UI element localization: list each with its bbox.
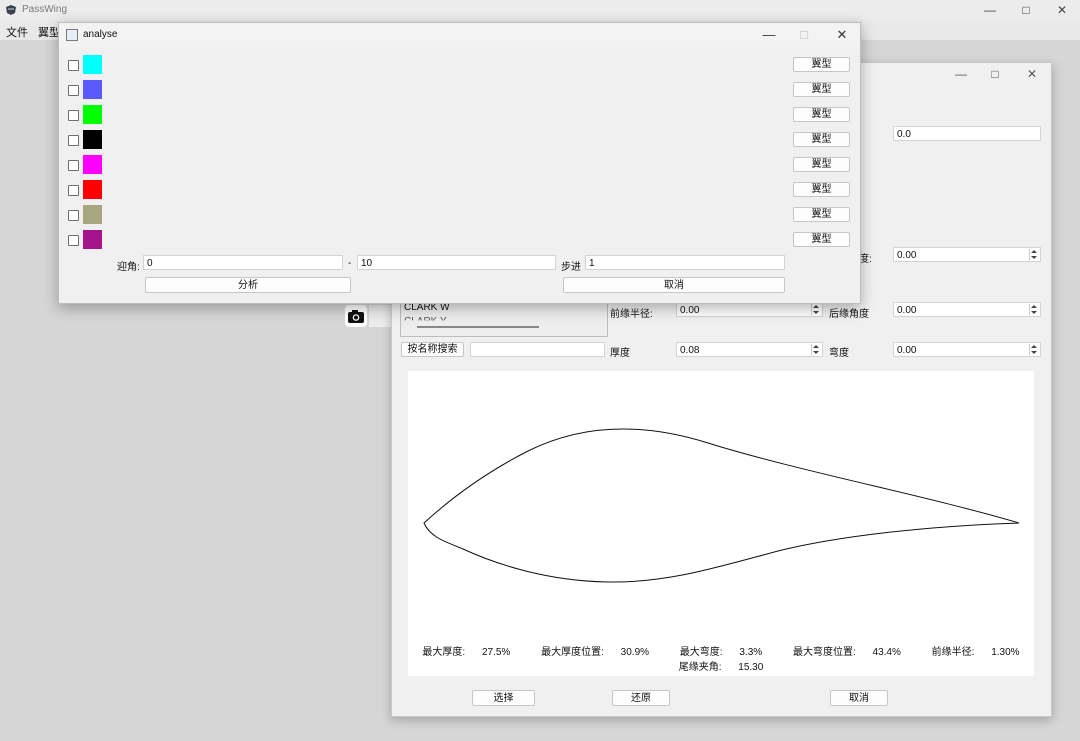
thickness-label: 厚度 bbox=[610, 348, 630, 359]
thickness-spinbox[interactable]: 0.08 bbox=[676, 342, 823, 357]
camber-spinbox[interactable]: 0.00 bbox=[893, 342, 1041, 357]
angle-label: 迎角: bbox=[117, 262, 140, 273]
close-button[interactable]: ✕ bbox=[1042, 0, 1080, 20]
color-swatch[interactable] bbox=[83, 55, 102, 74]
spin-arrows-icon[interactable] bbox=[811, 304, 821, 315]
step-label: 步进 bbox=[561, 262, 581, 273]
window-icon bbox=[66, 29, 78, 41]
editor-close-button[interactable]: ✕ bbox=[1014, 65, 1050, 83]
color-swatch[interactable] bbox=[83, 205, 102, 224]
minimize-button[interactable]: — bbox=[970, 0, 1010, 20]
row-a-value: 0.00 bbox=[897, 250, 917, 261]
list-scrollbar[interactable] bbox=[417, 326, 539, 328]
stat-max-thickness: 最大厚度: 27.5% bbox=[422, 647, 511, 658]
airfoil-stats: 最大厚度: 27.5% 最大厚度位置: 30.9% 最大弯度: 3.3% 最大弯… bbox=[408, 643, 1034, 673]
editor-cancel-button[interactable]: 取消 bbox=[830, 690, 888, 706]
row-checkbox[interactable] bbox=[68, 85, 79, 96]
thickness-value: 0.08 bbox=[680, 345, 700, 356]
leading-radius-value: 0.00 bbox=[680, 305, 700, 316]
analyse-maximize-button[interactable]: □ bbox=[789, 26, 819, 44]
airfoil-list[interactable]: CLARK W CLARK Y bbox=[400, 299, 608, 337]
maximize-button[interactable]: □ bbox=[1006, 0, 1046, 20]
leading-radius-spinbox[interactable]: 0.00 bbox=[676, 302, 823, 317]
stat-trailing-angle: 尾缘夹角: 15.30 bbox=[678, 662, 764, 673]
stat-max-camber-position: 最大弯度位置: 43.4% bbox=[792, 647, 901, 658]
airfoil-select-button[interactable]: 翼型 bbox=[793, 207, 850, 222]
camber-label: 弯度 bbox=[829, 348, 849, 359]
angle-from-input[interactable]: 0 bbox=[143, 255, 343, 270]
analyse-dialog: analyse — □ ✕ 翼型 翼型 翼型 翼型 翼型 翼型 翼型 翼型 迎角: 0 - 1… bbox=[58, 22, 861, 304]
step-input[interactable]: 1 bbox=[585, 255, 785, 270]
color-swatch[interactable] bbox=[83, 230, 102, 249]
row-checkbox[interactable] bbox=[68, 235, 79, 246]
trailing-angle-value: 0.00 bbox=[897, 305, 917, 316]
spin-arrows-icon[interactable] bbox=[1029, 249, 1039, 260]
airfoil-select-button[interactable]: 翼型 bbox=[793, 57, 850, 72]
spin-arrows-icon[interactable] bbox=[1029, 344, 1039, 355]
row-a-spinbox[interactable]: 0.00 bbox=[893, 247, 1041, 262]
trailing-angle-label: 后缘角度 bbox=[829, 309, 869, 320]
app-title: PassWing bbox=[22, 4, 68, 15]
airfoil-select-button[interactable]: 翼型 bbox=[793, 232, 850, 247]
search-by-name-button[interactable]: 按名称搜索 bbox=[401, 342, 464, 357]
color-swatch[interactable] bbox=[83, 180, 102, 199]
row-checkbox[interactable] bbox=[68, 160, 79, 171]
editor-minimize-button[interactable]: — bbox=[943, 65, 979, 83]
row-checkbox[interactable] bbox=[68, 60, 79, 71]
row-checkbox[interactable] bbox=[68, 210, 79, 221]
row-checkbox[interactable] bbox=[68, 110, 79, 121]
row-checkbox[interactable] bbox=[68, 135, 79, 146]
camber-value: 0.00 bbox=[897, 345, 917, 356]
top-value-field[interactable]: 0.0 bbox=[893, 126, 1041, 141]
stat-max-camber: 最大弯度: 3.3% bbox=[679, 647, 763, 658]
airfoil-select-button[interactable]: 翼型 bbox=[793, 157, 850, 172]
airfoil-select-button[interactable]: 翼型 bbox=[793, 107, 850, 122]
color-swatch[interactable] bbox=[83, 80, 102, 99]
airfoil-select-button[interactable]: 翼型 bbox=[793, 132, 850, 147]
app-titlebar: PassWing — □ ✕ bbox=[0, 0, 1080, 20]
angle-separator: - bbox=[348, 258, 352, 269]
analyse-button[interactable]: 分析 bbox=[145, 277, 351, 293]
color-swatch[interactable] bbox=[83, 155, 102, 174]
stat-max-thickness-position: 最大厚度位置: 30.9% bbox=[541, 647, 650, 658]
analyse-title: analyse bbox=[83, 29, 118, 40]
color-swatch[interactable] bbox=[83, 130, 102, 149]
leading-radius-label: 前缘半径: bbox=[610, 309, 653, 320]
spin-arrows-icon[interactable] bbox=[1029, 304, 1039, 315]
analyse-cancel-button[interactable]: 取消 bbox=[563, 277, 785, 293]
select-button[interactable]: 选择 bbox=[472, 690, 535, 706]
angle-to-input[interactable]: 10 bbox=[357, 255, 556, 270]
menu-file[interactable]: 文件 bbox=[6, 24, 28, 40]
app-logo-icon bbox=[6, 5, 16, 15]
airfoil-plot: 最大厚度: 27.5% 最大厚度位置: 30.9% 最大弯度: 3.3% 最大弯… bbox=[408, 371, 1034, 676]
camera-side-panel bbox=[369, 305, 393, 327]
search-input[interactable] bbox=[470, 342, 605, 357]
stat-leading-radius: 前缘半径: 1.30% bbox=[931, 647, 1020, 658]
row-checkbox[interactable] bbox=[68, 185, 79, 196]
spin-arrows-icon[interactable] bbox=[811, 344, 821, 355]
analyse-minimize-button[interactable]: — bbox=[754, 26, 784, 44]
restore-button[interactable]: 还原 bbox=[612, 690, 670, 706]
airfoil-select-button[interactable]: 翼型 bbox=[793, 182, 850, 197]
camera-button[interactable] bbox=[345, 305, 367, 327]
analyse-titlebar: analyse — □ ✕ bbox=[59, 23, 860, 47]
menu-airfoil[interactable]: 翼型 bbox=[38, 24, 60, 40]
airfoil-select-button[interactable]: 翼型 bbox=[793, 82, 850, 97]
camera-icon bbox=[348, 310, 364, 323]
airfoil-outline bbox=[423, 428, 1020, 583]
analyse-close-button[interactable]: ✕ bbox=[827, 26, 857, 44]
editor-maximize-button[interactable]: □ bbox=[977, 65, 1013, 83]
trailing-angle-spinbox[interactable]: 0.00 bbox=[893, 302, 1041, 317]
color-swatch[interactable] bbox=[83, 105, 102, 124]
